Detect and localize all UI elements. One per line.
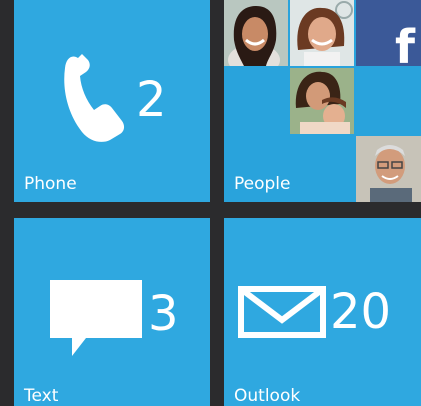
contact-photo [290, 0, 354, 66]
missed-calls-count: 2 [136, 72, 167, 128]
outlook-label: Outlook [234, 386, 301, 406]
message-icon [50, 280, 142, 356]
unread-mail-count: 20 [330, 284, 392, 340]
contact-photo [224, 0, 288, 66]
phone-tile[interactable]: 2 Phone [14, 0, 210, 202]
facebook-logo: f [356, 0, 421, 70]
unread-messages-count: 3 [148, 286, 179, 342]
outlook-tile[interactable]: 20 Outlook [224, 218, 421, 406]
contact-photo [290, 68, 354, 134]
text-tile[interactable]: 3 Text [14, 218, 210, 406]
phone-label: Phone [24, 174, 77, 194]
mail-icon [238, 286, 326, 338]
people-label: People [234, 174, 291, 194]
phone-icon [64, 54, 125, 142]
contact-photo [356, 136, 421, 202]
people-tile[interactable]: f People [224, 0, 421, 202]
text-label: Text [24, 386, 59, 406]
